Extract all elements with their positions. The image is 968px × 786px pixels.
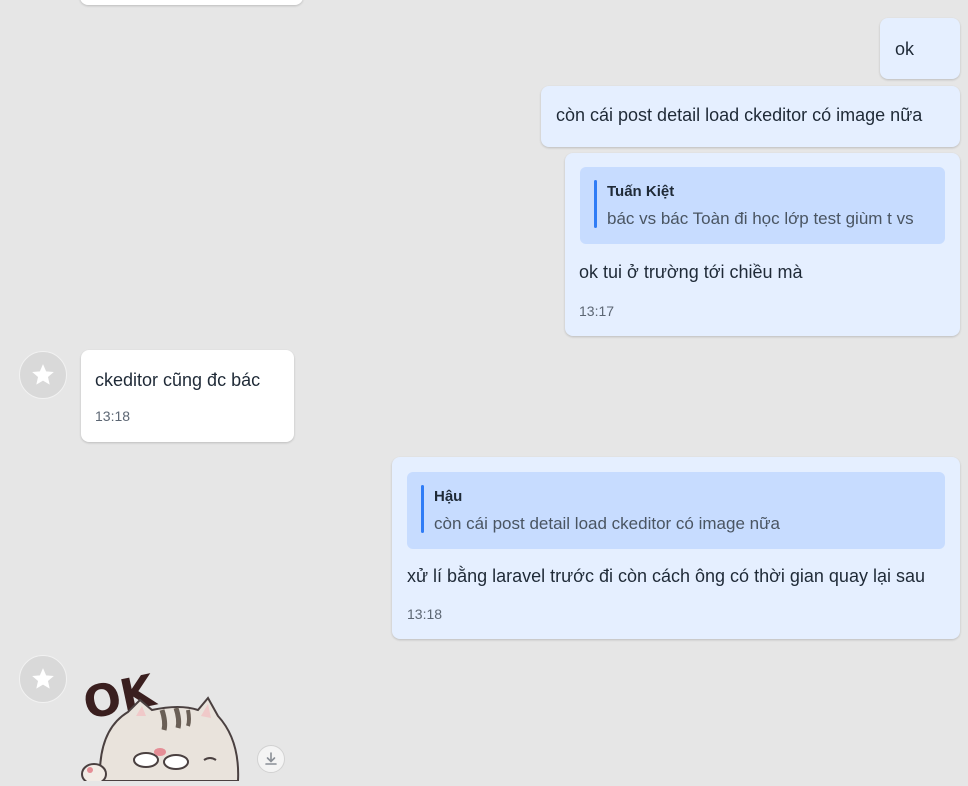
message-bubble-outgoing-reply[interactable]: Hậu còn cái post detail load ckeditor có… bbox=[392, 457, 960, 639]
quoted-message[interactable]: Tuấn Kiệt bác vs bác Toàn đi học lớp tes… bbox=[580, 167, 945, 244]
avatar[interactable] bbox=[19, 351, 67, 399]
quote-text: còn cái post detail load ckeditor có ima… bbox=[434, 514, 780, 533]
message-time: 13:18 bbox=[407, 606, 443, 622]
message-text: ok bbox=[895, 39, 915, 59]
message-bubble-outgoing[interactable]: ok bbox=[880, 18, 960, 79]
quote-author: Hậu bbox=[434, 488, 463, 505]
star-icon bbox=[32, 364, 54, 385]
message-text: xử lí bằng laravel trước đi còn cách ông… bbox=[407, 566, 925, 586]
avatar[interactable] bbox=[19, 655, 67, 703]
download-icon bbox=[265, 752, 277, 765]
message-bubble-outgoing-reply[interactable]: Tuấn Kiệt bác vs bác Toàn đi học lớp tes… bbox=[565, 153, 960, 336]
message-bubble-outgoing[interactable]: còn cái post detail load ckeditor có ima… bbox=[541, 86, 960, 147]
chat-messages-area[interactable]: ok còn cái post detail load ckeditor có … bbox=[0, 0, 968, 785]
quote-bar bbox=[594, 180, 597, 228]
message-time: 13:18 bbox=[95, 408, 131, 424]
star-icon bbox=[32, 668, 54, 689]
message-bubble-incoming[interactable]: ckeditor cũng đc bác 13:18 bbox=[81, 350, 294, 442]
quote-text: bác vs bác Toàn đi học lớp test giùm t v… bbox=[607, 209, 914, 228]
download-button[interactable] bbox=[257, 745, 285, 773]
message-text: ckeditor cũng đc bác bbox=[95, 370, 261, 390]
message-text: còn cái post detail load ckeditor có ima… bbox=[556, 105, 923, 125]
quote-author: Tuấn Kiệt bbox=[607, 183, 675, 200]
quoted-message[interactable]: Hậu còn cái post detail load ckeditor có… bbox=[407, 472, 945, 549]
quote-bar bbox=[421, 485, 424, 533]
message-text: ok tui ở trường tới chiều mà bbox=[579, 262, 803, 282]
message-time: 13:17 bbox=[579, 303, 615, 319]
cat-ok-sticker[interactable]: OK bbox=[79, 660, 245, 785]
message-bubble-partial[interactable] bbox=[80, 0, 303, 5]
